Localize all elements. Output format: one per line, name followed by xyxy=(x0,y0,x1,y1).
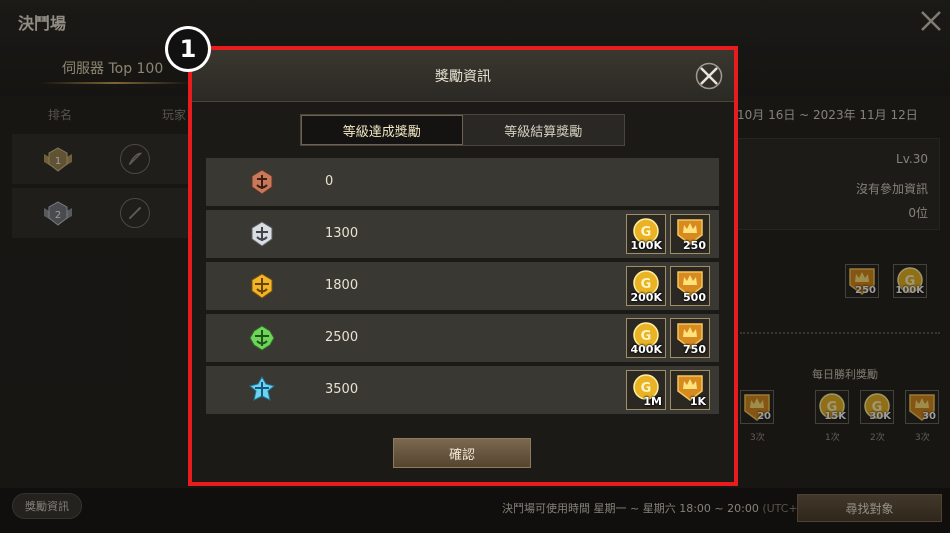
step-number: 1 xyxy=(168,29,208,69)
step-marker: 1 xyxy=(165,26,211,72)
highlight-frame xyxy=(188,46,738,486)
